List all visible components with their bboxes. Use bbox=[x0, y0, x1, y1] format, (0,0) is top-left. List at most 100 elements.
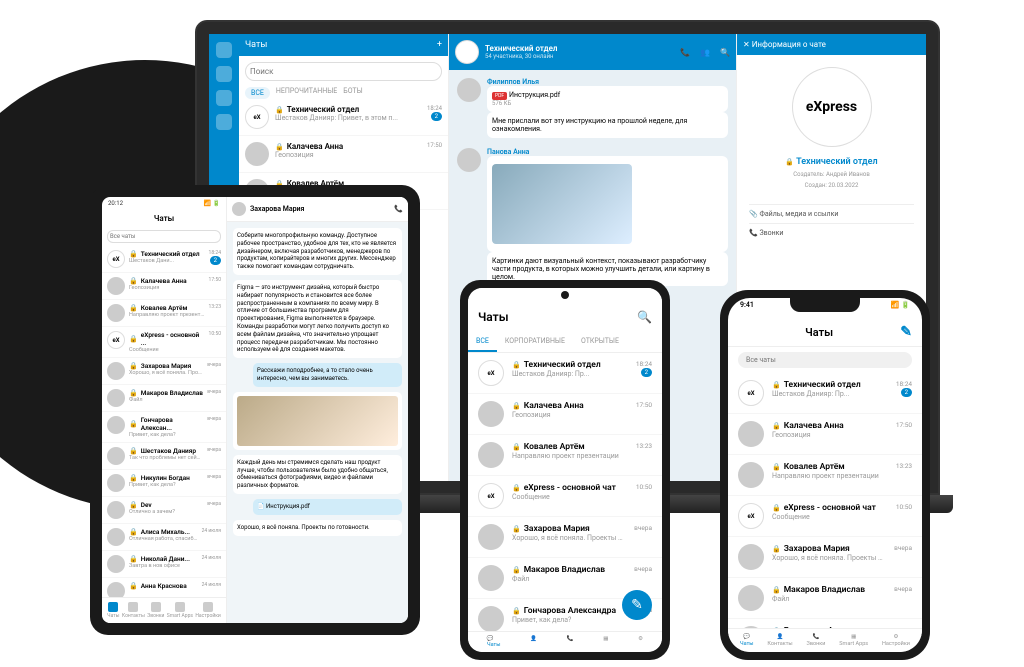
avatar bbox=[107, 277, 125, 295]
search-input[interactable] bbox=[107, 230, 221, 243]
nav-apps[interactable]: ▦ bbox=[603, 636, 608, 648]
chat-item[interactable]: 🔒Захарова МарияХорошо, я всё поняла. Про… bbox=[728, 537, 922, 578]
status-time: 20:12 bbox=[108, 200, 123, 207]
chat-item[interactable]: 🔒Анна Краснова 24 июля bbox=[102, 578, 226, 597]
call-icon[interactable]: 📞 bbox=[680, 48, 690, 57]
chat-item[interactable]: 🔒Захарова МарияХорошо, я всё поняла. Про… bbox=[468, 517, 662, 558]
conversation-title: Технический отдел bbox=[485, 44, 557, 53]
close-icon[interactable]: ✕ bbox=[743, 40, 750, 49]
chat-item[interactable]: 🔒DevОтлично а зачем? вчера bbox=[102, 497, 226, 524]
nav-chats[interactable]: 💬Чаты bbox=[487, 636, 501, 648]
search-input[interactable] bbox=[738, 352, 912, 368]
phone1-title: Чаты bbox=[478, 310, 509, 324]
chat-item[interactable]: eX 🔒Технический отделШестаков Данияр: Пр… bbox=[239, 99, 448, 136]
chat-item[interactable]: 🔒Ковалев АртёмНаправляю проект презентац… bbox=[102, 300, 226, 327]
msg-sender: Панова Анна bbox=[487, 148, 728, 156]
chat-item[interactable]: 🔒Ковалев АртёмНаправляю проект презентац… bbox=[728, 455, 922, 496]
add-icon[interactable]: + bbox=[437, 40, 442, 50]
members-icon[interactable]: 👥 bbox=[700, 48, 710, 57]
nav-settings[interactable]: ⚙ bbox=[638, 636, 643, 648]
avatar: eX bbox=[478, 360, 504, 386]
chat-item[interactable]: 🔒Захарова МарияХорошо, я всё поняла. Про… bbox=[102, 358, 226, 385]
chat-item[interactable]: eX 🔒eXpress - основной чатСообщение 10:5… bbox=[468, 476, 662, 517]
message-own: Расскажи поподробнее, а то стало очень и… bbox=[253, 363, 402, 387]
files-link[interactable]: 📎 Файлы, медиа и ссылки bbox=[749, 204, 914, 223]
conv-name: Захарова Мария bbox=[250, 205, 304, 213]
avatar bbox=[738, 585, 764, 611]
tablet-device: 20:12📶 🔋 Чаты eX 🔒Технический отделШеста… bbox=[90, 185, 420, 635]
chat-item[interactable]: 🔒Калачева АннаГеопозиция 17:50 bbox=[468, 394, 662, 435]
chat-avatar: eX bbox=[455, 40, 479, 64]
tab-all[interactable]: ВСЕ bbox=[468, 332, 497, 352]
search-icon[interactable]: 🔍 bbox=[720, 48, 730, 57]
nav-calls[interactable]: Звонки bbox=[147, 602, 164, 619]
tab-all[interactable]: ВСЕ bbox=[245, 87, 270, 99]
rail-icon[interactable] bbox=[216, 66, 232, 82]
avatar bbox=[478, 565, 504, 591]
avatar: eX bbox=[738, 503, 764, 529]
group-logo: eXpress bbox=[792, 67, 872, 147]
rail-icon[interactable] bbox=[216, 42, 232, 58]
chat-item[interactable]: eX 🔒eXpress - основной чатСообщение 10:5… bbox=[728, 496, 922, 537]
chat-item[interactable]: 🔒Никулин БогданПривет, как дела? вчера bbox=[102, 470, 226, 497]
call-icon[interactable]: 📞 bbox=[394, 205, 403, 213]
chat-item[interactable]: 🔒Калачева АннаГеопозиция 17:50 bbox=[239, 136, 448, 173]
chat-item[interactable]: 🔒Николай Дани...Завтра в нов офисе 24 ию… bbox=[102, 551, 226, 578]
chat-item[interactable]: 🔒Калачева АннаГеопозиция 17:50 bbox=[102, 273, 226, 300]
avatar bbox=[478, 401, 504, 427]
rail-icon[interactable] bbox=[216, 90, 232, 106]
avatar bbox=[107, 555, 125, 573]
chat-item[interactable]: 🔒Алиса Михаль...Отличная работа, спасибо… bbox=[102, 524, 226, 551]
nav-calls[interactable]: 📞Звонки bbox=[807, 634, 826, 647]
phone2-title: Чаты bbox=[805, 326, 833, 339]
avatar bbox=[738, 421, 764, 447]
nav-settings[interactable]: Настройки bbox=[195, 602, 220, 619]
avatar bbox=[478, 524, 504, 550]
file-attachment[interactable]: PDF Инструкция.pdf 576 КБ bbox=[487, 86, 728, 112]
chat-item[interactable]: eX 🔒Технический отделШестаков Данияр: Пр… bbox=[728, 373, 922, 414]
nav-chats[interactable]: 💬Чаты bbox=[740, 634, 754, 647]
nav-chats[interactable]: Чаты bbox=[107, 602, 119, 619]
nav-contacts[interactable]: 👤Контакты bbox=[767, 634, 792, 647]
chat-item[interactable]: 🔒Шестаков ДаниярТак что проблемы нет сей… bbox=[102, 443, 226, 470]
conversation-subtitle: 54 участника, 30 онлайн bbox=[485, 53, 557, 60]
status-icons: 📶 🔋 bbox=[891, 301, 910, 315]
compose-fab[interactable]: ✎ bbox=[622, 590, 652, 620]
message-image[interactable] bbox=[233, 392, 402, 450]
tab-open[interactable]: ОТКРЫТЫЕ bbox=[573, 332, 627, 352]
tab-unread[interactable]: НЕПРОЧИТАННЫЕ bbox=[276, 87, 337, 99]
nav-contacts[interactable]: Контакты bbox=[122, 602, 145, 619]
tab-bots[interactable]: БОТЫ bbox=[343, 87, 362, 99]
nav-calls[interactable]: 📞 bbox=[567, 636, 574, 648]
tablet-header: Чаты bbox=[102, 210, 226, 227]
lock-icon: 🔒 bbox=[785, 158, 794, 166]
filter-tabs: ВСЕ НЕПРОЧИТАННЫЕ БОТЫ bbox=[239, 87, 448, 99]
message: Хорошо, я всё поняла. Проекты по готовно… bbox=[233, 520, 402, 536]
chat-item[interactable]: eX 🔒Технический отделШестаков Дани... 18… bbox=[102, 246, 226, 273]
calls-link[interactable]: 📞 Звонки bbox=[749, 223, 914, 242]
chat-item[interactable]: 🔒Макаров ВладиславФайл вчера bbox=[102, 385, 226, 412]
file-attachment[interactable]: 📄 Инструкция.pdf bbox=[253, 499, 402, 515]
nav-apps[interactable]: Smart Apps bbox=[167, 602, 193, 619]
chat-item[interactable]: 🔒Калачева АннаГеопозиция 17:50 bbox=[728, 414, 922, 455]
chat-item[interactable]: 🔒Ковалев АртёмНаправляю проект презентац… bbox=[468, 435, 662, 476]
rail-icon[interactable] bbox=[216, 114, 232, 130]
nav-apps[interactable]: ▦Smart Apps bbox=[839, 634, 868, 647]
nav-contacts[interactable]: 👤 bbox=[530, 636, 537, 648]
chat-item[interactable]: 🔒Гончарова Алексан...Привет, как дела? в… bbox=[102, 412, 226, 443]
message-text: Мне прислали вот эту инструкцию на прошл… bbox=[487, 112, 728, 138]
compose-icon[interactable]: ✎ bbox=[900, 324, 912, 340]
chat-item[interactable]: 🔒Гончарова АлександраПривет, как дела? в… bbox=[728, 619, 922, 628]
search-input[interactable] bbox=[245, 62, 442, 81]
nav-settings[interactable]: ⚙Настройки bbox=[882, 634, 910, 647]
avatar bbox=[478, 442, 504, 468]
avatar bbox=[245, 142, 269, 166]
chat-item[interactable]: eX 🔒Технический отделШестаков Данияр: Пр… bbox=[468, 353, 662, 394]
chat-item[interactable]: 🔒Макаров ВладиславФайл вчера bbox=[728, 578, 922, 619]
message-image[interactable] bbox=[487, 156, 728, 252]
search-icon[interactable]: 🔍 bbox=[637, 310, 652, 324]
tab-corp[interactable]: КОРПОРАТИВНЫЕ bbox=[497, 332, 573, 352]
chat-item[interactable]: eX 🔒eXpress - основной ...Сообщение 10:5… bbox=[102, 327, 226, 358]
status-time: 9:41 bbox=[740, 301, 754, 315]
msg-avatar bbox=[457, 78, 481, 102]
